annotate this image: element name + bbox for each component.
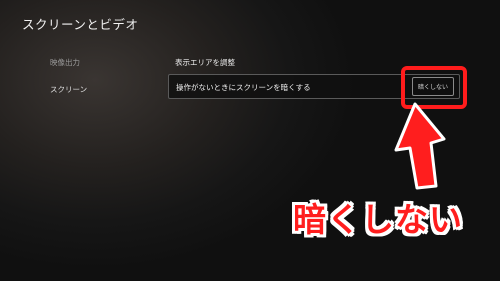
annotation-caption: 暗くしない	[293, 200, 463, 239]
